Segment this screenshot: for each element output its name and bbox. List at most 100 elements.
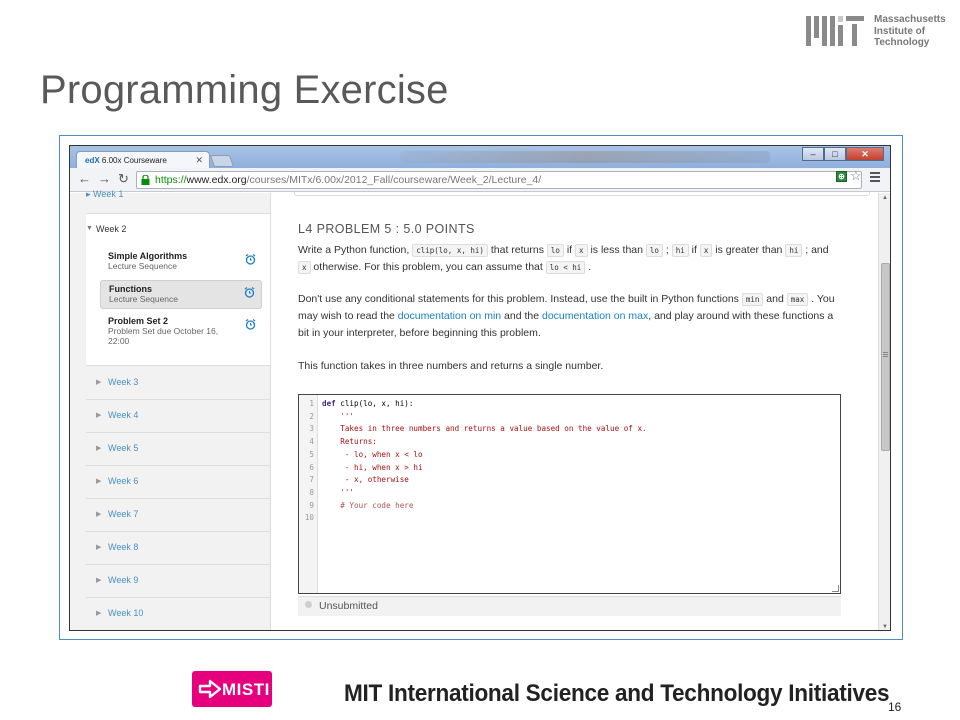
sidebar-week-2: ▼ Week 2 Simple Algorithms Lecture Seque… [86, 213, 270, 366]
week-label: Week 4 [108, 410, 139, 420]
line-number: 10 [304, 513, 314, 523]
text: Write a Python function, [298, 244, 413, 256]
week-label: Week 9 [108, 575, 139, 585]
text: . [585, 261, 592, 273]
extension-icon[interactable]: ⊕ [836, 171, 847, 182]
arrow-right-icon [198, 679, 222, 699]
scroll-down-arrow-icon[interactable]: ▼ [882, 624, 888, 630]
line-number: 2 [309, 411, 314, 421]
new-tab-button[interactable] [209, 155, 235, 167]
week-label: Week 10 [108, 608, 144, 618]
line-number: 6 [309, 462, 314, 472]
footer-title: MIT International Science and Technology… [344, 680, 890, 707]
code-line: 4 Returns: [299, 436, 839, 449]
window-controls: – □ ✕ [802, 147, 884, 161]
inline-code: min [741, 293, 764, 306]
menu-icon[interactable] [870, 172, 880, 182]
code-editor[interactable]: 1 def clip(lo, x, hi): 2 ''' 3 Takes in t… [298, 394, 841, 594]
documentation-min-link[interactable]: documentation on min [398, 310, 501, 322]
line-number: 8 [309, 487, 314, 497]
slide-title: Programming Exercise [40, 68, 449, 112]
address-bar[interactable]: https://www.edx.org/courses/MITx/6.00x/2… [136, 171, 862, 189]
sidebar-week-8[interactable]: ▶ Week 8 [86, 532, 270, 565]
sidebar-week-5[interactable]: ▶ Week 5 [86, 433, 270, 466]
sidebar-week-9[interactable]: ▶ Week 9 [86, 565, 270, 598]
chevron-right-icon: ▶ [96, 379, 102, 386]
sequence-title: Functions [109, 284, 152, 294]
sequence-functions[interactable]: Functions Lecture Sequence [100, 280, 262, 309]
chevron-right-icon: ▶ [96, 577, 102, 584]
line-number: 1 [309, 399, 314, 408]
code-text: - lo, when x < lo [322, 449, 423, 459]
text: that returns [487, 244, 547, 256]
code-comment: # Your code here [322, 500, 414, 510]
sidebar-week-4[interactable]: ▶ Week 4 [86, 400, 270, 433]
mit-wordmark-line: Technology [874, 37, 930, 48]
code-text: Returns: [322, 437, 377, 447]
sidebar-week-10[interactable]: ▶ Week 10 [86, 598, 270, 630]
alarm-clock-icon [244, 287, 255, 298]
inline-code: x [699, 244, 713, 257]
url-host: www.edx.org [186, 174, 247, 186]
code-text: - x, otherwise [322, 475, 409, 485]
submission-status-bar: Unsubmitted [298, 596, 841, 616]
week-label: Week 6 [108, 476, 139, 486]
scroll-up-arrow-icon[interactable]: ▲ [882, 195, 888, 201]
edx-tab-logo: edX [85, 156, 100, 165]
week-2-label[interactable]: Week 2 [96, 224, 126, 234]
lock-icon [141, 175, 150, 185]
browser-titlebar: edX 6.00x Courseware ✕ – □ ✕ [70, 146, 890, 169]
back-arrow-icon[interactable]: ← [78, 172, 91, 186]
chevron-right-icon: ▶ [96, 445, 102, 452]
mit-bars-icon [806, 16, 864, 46]
screenshot-frame: edX 6.00x Courseware ✕ – □ ✕ ← → ↻ https… [59, 135, 903, 640]
editor-resize-handle[interactable] [832, 585, 839, 592]
maximize-button[interactable]: □ [824, 147, 846, 161]
inline-code: hi [671, 244, 689, 257]
text: if [563, 244, 576, 256]
inline-code: x [298, 261, 311, 274]
line-number: 9 [309, 500, 314, 510]
code-line: 6 - hi, when x > hi [299, 462, 839, 475]
text: if [688, 244, 700, 256]
line-number: 3 [309, 424, 314, 434]
mit-wordmark-line: Massachusetts [874, 14, 946, 25]
sequence-problem-set-2[interactable]: Problem Set 2 Problem Set due October 16… [100, 313, 270, 355]
url-scheme: https:// [155, 174, 187, 186]
tab-close-icon[interactable]: ✕ [195, 155, 203, 166]
sidebar-week-1-cutoff[interactable]: ▸ Week 1 [86, 189, 123, 200]
course-sidebar: ▸ Week 1 ▼ Week 2 Simple Algorithms Lect… [70, 189, 271, 630]
problem-description-1: Write a Python function, clip(lo, x, hi)… [298, 242, 843, 276]
scrollbar-thumb[interactable] [881, 263, 890, 451]
week-label: Week 7 [108, 509, 139, 519]
sidebar-week-6[interactable]: ▶ Week 6 [86, 466, 270, 499]
chevron-right-icon: ▶ [96, 412, 102, 419]
mit-wordmark-line: Institute of [874, 25, 926, 37]
inline-code: hi [785, 244, 803, 257]
line-number: 7 [309, 475, 314, 485]
week-label: Week 5 [108, 443, 139, 453]
page-scrollbar[interactable]: ▲ ▼ [878, 193, 890, 630]
minimize-button[interactable]: – [802, 147, 824, 161]
sequence-subtitle: Problem Set due October 16, 22:00 [108, 326, 219, 346]
bookmark-star-icon[interactable]: ☆ [850, 168, 862, 184]
reload-icon[interactable]: ↻ [118, 172, 129, 186]
code-line: 7 - x, otherwise [299, 474, 839, 487]
mit-wordmark: Massachusetts Institute of Technology [874, 14, 946, 49]
page-viewport: ▸ Week 1 ▼ Week 2 Simple Algorithms Lect… [70, 189, 890, 630]
documentation-max-link[interactable]: documentation on max [542, 310, 648, 322]
chevron-right-icon: ▶ [96, 544, 102, 551]
code-line: 10 [299, 512, 839, 525]
close-window-button[interactable]: ✕ [846, 147, 884, 161]
browser-tab[interactable]: edX 6.00x Courseware ✕ [76, 151, 210, 169]
text: otherwise. For this problem, you can ass… [310, 261, 546, 273]
inline-code: lo [645, 244, 663, 257]
sidebar-week-3[interactable]: ▶ Week 3 [86, 367, 270, 400]
sidebar-week-7[interactable]: ▶ Week 7 [86, 499, 270, 532]
sequence-simple-algorithms[interactable]: Simple Algorithms Lecture Sequence [100, 248, 262, 278]
mit-logo: Massachusetts Institute of Technology [806, 14, 956, 50]
code-line: 2 ''' [299, 411, 839, 424]
chevron-right-icon: ▶ [96, 511, 102, 518]
forward-arrow-icon[interactable]: → [98, 172, 111, 186]
code-text: Takes in three numbers and returns a val… [322, 424, 647, 434]
